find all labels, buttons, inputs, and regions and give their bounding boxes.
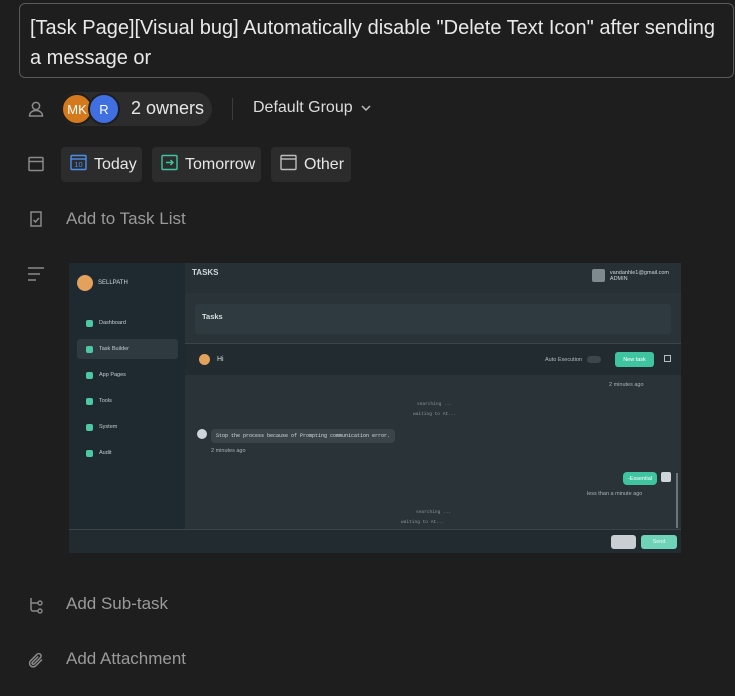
embedded-sidebar: SELLPATH Dashboard Task Builder App Page… <box>69 263 185 553</box>
calendar-day-number: 10 <box>74 160 82 169</box>
embedded-nav-item: Audit <box>77 443 178 463</box>
embedded-time: 2 minutes ago <box>609 382 644 388</box>
calendar-icon <box>280 154 297 176</box>
expand-icon <box>664 355 671 362</box>
today-label: Today <box>94 155 137 173</box>
group-dropdown[interactable]: Default Group <box>253 99 371 117</box>
embedded-nav-item: Tools <box>77 391 178 411</box>
embedded-chat-header: Hi Auto Execution New task <box>185 343 681 375</box>
embedded-nav-item: System <box>77 417 178 437</box>
add-to-task-list-button[interactable]: Add to Task List <box>66 209 186 229</box>
paperclip-icon <box>26 650 46 670</box>
embedded-user-role: ADMIN <box>609 275 628 282</box>
embedded-nav-label: Audit <box>99 450 112 456</box>
system-icon <box>86 423 93 431</box>
avatar: R <box>88 93 120 125</box>
divider <box>232 98 233 120</box>
task-list-icon <box>26 209 46 229</box>
embedded-scrollbar <box>676 473 678 528</box>
embedded-greeting-text: Hi <box>217 356 224 363</box>
calendar-arrow-icon <box>161 154 178 176</box>
other-date-button[interactable]: Other <box>271 147 351 182</box>
audit-icon <box>86 449 93 457</box>
logo-mark <box>77 275 93 291</box>
embedded-user: vandanhle1@gmail.com ADMIN <box>591 269 669 282</box>
calendar-today-icon: 10 <box>70 154 87 176</box>
embedded-nav-label: Task Builder <box>99 346 129 352</box>
description-screenshot[interactable]: SELLPATH Dashboard Task Builder App Page… <box>69 263 681 553</box>
embedded-chat-greeting: Hi <box>199 354 224 365</box>
user-avatar-icon <box>661 472 671 482</box>
embedded-error-message: Stop the process because of Prompting co… <box>211 429 396 443</box>
description-icon <box>26 264 46 284</box>
embedded-main: TASKS vandanhle1@gmail.com ADMIN Tasks H… <box>185 263 681 553</box>
bot-avatar <box>199 354 210 365</box>
owners-selector[interactable]: MK R 2 owners <box>61 92 212 126</box>
embedded-time: 2 minutes ago <box>211 448 246 454</box>
embedded-auto-execution: Auto Execution <box>545 356 601 363</box>
group-label: Default Group <box>253 99 353 116</box>
embedded-page-title: TASKS <box>192 268 219 277</box>
embedded-nav-label: Dashboard <box>99 320 126 326</box>
person-icon <box>26 99 46 119</box>
add-subtask-button[interactable]: Add Sub-task <box>66 594 168 614</box>
calendar-icon <box>26 154 46 174</box>
embedded-log: waiting to AI... <box>413 412 457 417</box>
toggle-icon <box>587 356 601 363</box>
add-attachment-button[interactable]: Add Attachment <box>66 649 186 669</box>
embedded-log: waiting to AI... <box>401 520 445 525</box>
user-avatar-icon <box>591 269 605 282</box>
embedded-log: searching ... <box>416 510 452 515</box>
embedded-input-bar: Send <box>185 529 681 553</box>
embedded-auto-label: Auto Execution <box>545 356 582 363</box>
subtask-icon <box>26 595 46 615</box>
task-icon <box>86 345 93 353</box>
embedded-nav-label: Tools <box>99 398 112 404</box>
today-button[interactable]: 10 Today <box>61 147 142 182</box>
embedded-topbar: TASKS vandanhle1@gmail.com ADMIN <box>185 263 681 293</box>
embedded-time: less than a minute ago <box>587 491 643 497</box>
embedded-footer-left <box>69 529 185 553</box>
stop-icon <box>611 535 636 549</box>
embedded-user-bubble: -Essential <box>622 472 657 485</box>
embedded-log: searching ... <box>417 402 453 407</box>
embedded-nav-item: Dashboard <box>77 313 178 333</box>
embedded-new-task-button: New task <box>615 352 654 367</box>
embedded-nav-label: System <box>99 424 118 430</box>
bot-avatar <box>197 429 207 439</box>
embedded-nav-item: Task Builder <box>77 339 178 359</box>
tomorrow-label: Tomorrow <box>185 155 256 173</box>
embedded-user-email: vandanhle1@gmail.com <box>609 269 669 276</box>
tools-icon <box>86 397 93 405</box>
embedded-send-button: Send <box>641 535 677 549</box>
other-label: Other <box>304 155 345 173</box>
embedded-card: Tasks <box>195 304 671 334</box>
pages-icon <box>86 371 93 379</box>
task-title-input[interactable]: [Task Page][Visual bug] Automatically di… <box>19 3 734 78</box>
owners-label: 2 owners <box>131 98 205 118</box>
embedded-card-title: Tasks <box>202 312 223 321</box>
embedded-logo: SELLPATH <box>77 275 128 291</box>
embedded-app-name: SELLPATH <box>98 280 128 286</box>
embedded-nav-label: App Pages <box>99 372 126 378</box>
chevron-down-icon <box>361 99 371 117</box>
tomorrow-button[interactable]: Tomorrow <box>152 147 261 182</box>
embedded-nav-item: App Pages <box>77 365 178 385</box>
home-icon <box>86 319 93 327</box>
